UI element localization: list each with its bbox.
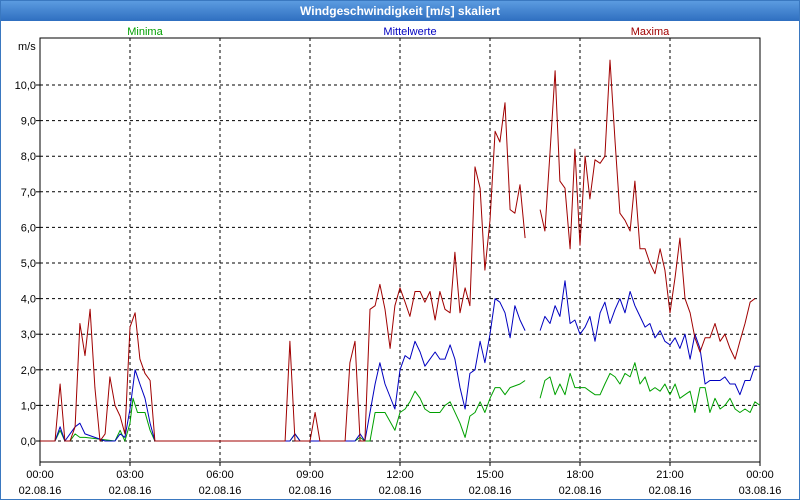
y-tick-label: 4,0 — [21, 294, 36, 306]
x-tick-time-label: 18:00 — [566, 469, 594, 481]
x-tick-time-label: 15:00 — [476, 469, 504, 481]
y-tick-label: 8,0 — [21, 151, 36, 163]
legend-entry-mittelwerte: Mittelwerte — [383, 26, 436, 38]
y-tick-label: 10,0 — [15, 80, 36, 92]
legend-entry-maxima: Maxima — [631, 26, 670, 38]
y-axis-ticks: 0,0 1,0 2,0 3,0 4,0 5,0 6,0 7,0 8,0 9,0 10,0 — [15, 80, 40, 448]
x-tick-time-label: 00:00 — [746, 469, 774, 481]
x-tick-time-label: 09:00 — [296, 469, 324, 481]
x-tick-date-label: 02.08.16 — [19, 485, 62, 497]
x-tick-time-label: 12:00 — [386, 469, 414, 481]
legend-entry-minima: Minima — [127, 26, 163, 38]
wind-speed-chart: 0,0 1,0 2,0 3,0 4,0 5,0 6,0 7,0 8,0 9,0 10,0 00:00… — [15, 26, 782, 497]
x-tick-date-label: 02.08.16 — [109, 485, 152, 497]
x-tick-date-label: 02.08.16 — [379, 485, 422, 497]
x-tick-date-label: 03.08.16 — [739, 485, 782, 497]
x-tick-time-label: 21:00 — [656, 469, 684, 481]
x-tick-date-label: 02.08.16 — [559, 485, 602, 497]
legend: Minima Mittelwerte Maxima — [127, 26, 670, 38]
x-tick-date-label: 02.08.16 — [469, 485, 512, 497]
x-axis-ticks: 00:00 02.08.16 03:00 02.08.16 06:00 02.08.16 0… — [19, 462, 782, 497]
x-tick-time-label: 03:00 — [116, 469, 144, 481]
y-tick-label: 3,0 — [21, 329, 36, 341]
y-tick-label: 7,0 — [21, 187, 36, 199]
y-tick-label: 9,0 — [21, 116, 36, 128]
x-tick-date-label: 02.08.16 — [649, 485, 692, 497]
x-tick-time-label: 06:00 — [206, 469, 234, 481]
y-axis-unit-label: m/s — [18, 41, 36, 53]
x-tick-time-label: 00:00 — [26, 469, 54, 481]
x-tick-date-label: 02.08.16 — [199, 485, 242, 497]
y-tick-label: 2,0 — [21, 365, 36, 377]
y-tick-label: 5,0 — [21, 258, 36, 270]
x-tick-date-label: 02.08.16 — [289, 485, 332, 497]
y-tick-label: 6,0 — [21, 222, 36, 234]
y-tick-label: 0,0 — [21, 436, 36, 448]
y-tick-label: 1,0 — [21, 400, 36, 412]
